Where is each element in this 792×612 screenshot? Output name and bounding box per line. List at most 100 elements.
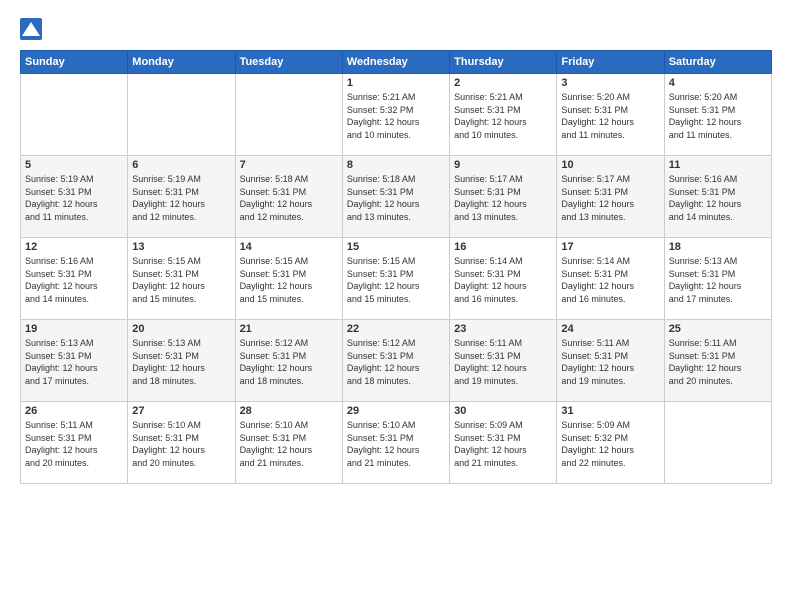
day-cell: 15 Sunrise: 5:15 AMSunset: 5:31 PMDayligh… xyxy=(342,238,449,320)
day-cell: 14Sunrise: 5:15 AMSunset: 5:31 PMDayligh… xyxy=(235,238,342,320)
day-cell xyxy=(128,74,235,156)
day-info: Sunrise: 5:21 AMSunset: 5:32 PMDaylight:… xyxy=(347,91,445,141)
day-info: Sunrise: 5:21 AMSunset: 5:31 PMDaylight:… xyxy=(454,91,552,141)
day-cell: 4Sunrise: 5:20 AMSunset: 5:31 PMDaylight… xyxy=(664,74,771,156)
day-number: 6 xyxy=(132,159,230,171)
day-number: 20 xyxy=(132,323,230,335)
day-cell: 18 Sunrise: 5:13 AMSunset: 5:31 PMDayligh… xyxy=(664,238,771,320)
day-cell: 1 Sunrise: 5:21 AMSunset: 5:32 PMDaylight… xyxy=(342,74,449,156)
day-info: Sunrise: 5:12 AMSunset: 5:31 PMDaylight:… xyxy=(240,337,338,387)
day-number: 2 xyxy=(454,77,552,89)
day-info: Sunrise: 5:09 AMSunset: 5:32 PMDaylight:… xyxy=(561,419,659,469)
day-cell: 16 Sunrise: 5:14 AMSunset: 5:31 PMDayligh… xyxy=(450,238,557,320)
day-info: Sunrise: 5:19 AMSunset: 5:31 PMDaylight:… xyxy=(25,173,123,223)
day-cell: 19 Sunrise: 5:13 AMSunset: 5:31 PMDayligh… xyxy=(21,320,128,402)
day-cell xyxy=(21,74,128,156)
day-cell: 9 Sunrise: 5:17 AMSunset: 5:31 PMDaylight… xyxy=(450,156,557,238)
day-cell: 21 Sunrise: 5:12 AMSunset: 5:31 PMDayligh… xyxy=(235,320,342,402)
day-number: 17 xyxy=(561,241,659,253)
day-cell: 8 Sunrise: 5:18 AMSunset: 5:31 PMDaylight… xyxy=(342,156,449,238)
day-number: 10 xyxy=(561,159,659,171)
day-cell: 17 Sunrise: 5:14 AMSunset: 5:31 PMDayligh… xyxy=(557,238,664,320)
header xyxy=(20,18,772,40)
day-info: Sunrise: 5:10 AMSunset: 5:31 PMDaylight:… xyxy=(347,419,445,469)
day-number: 4 xyxy=(669,77,767,89)
day-number: 19 xyxy=(25,323,123,335)
day-info: Sunrise: 5:15 AMSunset: 5:31 PMDaylight:… xyxy=(132,255,230,305)
logo xyxy=(20,18,45,40)
page: SundayMondayTuesdayWednesdayThursdayFrid… xyxy=(0,0,792,612)
day-number: 13 xyxy=(132,241,230,253)
day-cell: 10 Sunrise: 5:17 AMSunset: 5:31 PMDayligh… xyxy=(557,156,664,238)
day-info: Sunrise: 5:11 AMSunset: 5:31 PMDaylight:… xyxy=(561,337,659,387)
day-number: 5 xyxy=(25,159,123,171)
day-header-tuesday: Tuesday xyxy=(235,51,342,74)
week-row-2: 12 Sunrise: 5:16 AMSunset: 5:31 PMDayligh… xyxy=(21,238,772,320)
day-number: 30 xyxy=(454,405,552,417)
logo-icon xyxy=(20,18,42,40)
day-info: Sunrise: 5:17 AMSunset: 5:31 PMDaylight:… xyxy=(561,173,659,223)
day-cell: 31 Sunrise: 5:09 AMSunset: 5:32 PMDayligh… xyxy=(557,402,664,484)
day-cell: 6 Sunrise: 5:19 AMSunset: 5:31 PMDaylight… xyxy=(128,156,235,238)
day-number: 12 xyxy=(25,241,123,253)
day-info: Sunrise: 5:11 AMSunset: 5:31 PMDaylight:… xyxy=(669,337,767,387)
day-number: 15 xyxy=(347,241,445,253)
day-info: Sunrise: 5:16 AMSunset: 5:31 PMDaylight:… xyxy=(25,255,123,305)
day-cell: 11 Sunrise: 5:16 AMSunset: 5:31 PMDayligh… xyxy=(664,156,771,238)
day-cell: 5 Sunrise: 5:19 AMSunset: 5:31 PMDaylight… xyxy=(21,156,128,238)
day-number: 27 xyxy=(132,405,230,417)
calendar-header-row: SundayMondayTuesdayWednesdayThursdayFrid… xyxy=(21,51,772,74)
day-info: Sunrise: 5:11 AMSunset: 5:31 PMDaylight:… xyxy=(25,419,123,469)
day-number: 24 xyxy=(561,323,659,335)
day-info: Sunrise: 5:11 AMSunset: 5:31 PMDaylight:… xyxy=(454,337,552,387)
day-cell: 26 Sunrise: 5:11 AMSunset: 5:31 PMDayligh… xyxy=(21,402,128,484)
day-cell: 27Sunrise: 5:10 AMSunset: 5:31 PMDayligh… xyxy=(128,402,235,484)
day-cell: 29 Sunrise: 5:10 AMSunset: 5:31 PMDayligh… xyxy=(342,402,449,484)
day-cell xyxy=(235,74,342,156)
day-number: 29 xyxy=(347,405,445,417)
day-number: 25 xyxy=(669,323,767,335)
day-info: Sunrise: 5:16 AMSunset: 5:31 PMDaylight:… xyxy=(669,173,767,223)
day-info: Sunrise: 5:14 AMSunset: 5:31 PMDaylight:… xyxy=(561,255,659,305)
day-number: 21 xyxy=(240,323,338,335)
day-cell xyxy=(664,402,771,484)
day-cell: 2 Sunrise: 5:21 AMSunset: 5:31 PMDaylight… xyxy=(450,74,557,156)
day-info: Sunrise: 5:19 AMSunset: 5:31 PMDaylight:… xyxy=(132,173,230,223)
day-number: 3 xyxy=(561,77,659,89)
day-cell: 13 Sunrise: 5:15 AMSunset: 5:31 PMDayligh… xyxy=(128,238,235,320)
day-number: 7 xyxy=(240,159,338,171)
day-cell: 12 Sunrise: 5:16 AMSunset: 5:31 PMDayligh… xyxy=(21,238,128,320)
week-row-0: 1 Sunrise: 5:21 AMSunset: 5:32 PMDaylight… xyxy=(21,74,772,156)
day-number: 22 xyxy=(347,323,445,335)
day-info: Sunrise: 5:17 AMSunset: 5:31 PMDaylight:… xyxy=(454,173,552,223)
day-info: Sunrise: 5:13 AMSunset: 5:31 PMDaylight:… xyxy=(669,255,767,305)
calendar: SundayMondayTuesdayWednesdayThursdayFrid… xyxy=(20,50,772,484)
day-header-wednesday: Wednesday xyxy=(342,51,449,74)
day-number: 11 xyxy=(669,159,767,171)
day-info: Sunrise: 5:14 AMSunset: 5:31 PMDaylight:… xyxy=(454,255,552,305)
day-info: Sunrise: 5:13 AMSunset: 5:31 PMDaylight:… xyxy=(132,337,230,387)
day-number: 23 xyxy=(454,323,552,335)
day-info: Sunrise: 5:18 AMSunset: 5:31 PMDaylight:… xyxy=(240,173,338,223)
day-number: 9 xyxy=(454,159,552,171)
day-header-monday: Monday xyxy=(128,51,235,74)
day-number: 16 xyxy=(454,241,552,253)
week-row-3: 19 Sunrise: 5:13 AMSunset: 5:31 PMDayligh… xyxy=(21,320,772,402)
day-info: Sunrise: 5:13 AMSunset: 5:31 PMDaylight:… xyxy=(25,337,123,387)
day-cell: 25 Sunrise: 5:11 AMSunset: 5:31 PMDayligh… xyxy=(664,320,771,402)
day-info: Sunrise: 5:12 AMSunset: 5:31 PMDaylight:… xyxy=(347,337,445,387)
day-cell: 3 Sunrise: 5:20 AMSunset: 5:31 PMDaylight… xyxy=(557,74,664,156)
day-number: 31 xyxy=(561,405,659,417)
day-header-friday: Friday xyxy=(557,51,664,74)
day-cell: 23 Sunrise: 5:11 AMSunset: 5:31 PMDayligh… xyxy=(450,320,557,402)
day-number: 26 xyxy=(25,405,123,417)
day-cell: 28Sunrise: 5:10 AMSunset: 5:31 PMDayligh… xyxy=(235,402,342,484)
day-info: Sunrise: 5:15 AMSunset: 5:31 PMDaylight:… xyxy=(240,255,338,305)
day-info: Sunrise: 5:15 AMSunset: 5:31 PMDaylight:… xyxy=(347,255,445,305)
day-info: Sunrise: 5:18 AMSunset: 5:31 PMDaylight:… xyxy=(347,173,445,223)
week-row-1: 5 Sunrise: 5:19 AMSunset: 5:31 PMDaylight… xyxy=(21,156,772,238)
day-info: Sunrise: 5:20 AMSunset: 5:31 PMDaylight:… xyxy=(561,91,659,141)
day-number: 8 xyxy=(347,159,445,171)
day-number: 1 xyxy=(347,77,445,89)
day-number: 18 xyxy=(669,241,767,253)
